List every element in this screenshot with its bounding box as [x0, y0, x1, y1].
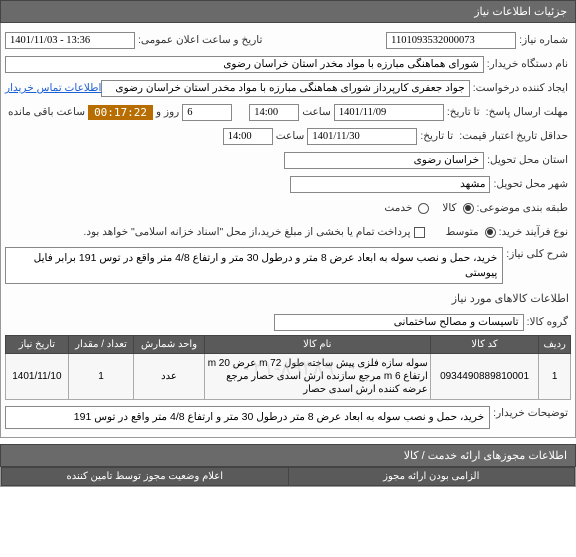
- th-row: ردیف: [539, 336, 571, 354]
- th-permit-required: الزامی بودن ارائه مجوز: [288, 468, 575, 486]
- label-city: شهر محل تحویل:: [490, 178, 571, 190]
- field-goods-group: تاسیسات و مصالح ساختمانی: [274, 314, 524, 331]
- cell-row: 1: [539, 354, 571, 400]
- header-title: جزئیات اطلاعات نیاز: [474, 6, 567, 18]
- label-buyer-notes: توضیحات خریدار:: [490, 404, 571, 419]
- cell-qty: 1: [68, 354, 133, 400]
- label-need-desc: شرح کلی نیاز:: [503, 245, 571, 260]
- th-supply-status: اعلام وضعیت مجوز توسط تامین کننده: [2, 468, 289, 486]
- permits-title: اطلاعات مجوزهای ارائه خدمت / کالا: [404, 450, 567, 462]
- label-purchase-process: نوع فرآیند خرید:: [496, 226, 571, 238]
- th-name: نام کالا: [204, 336, 430, 354]
- th-unit: واحد شمارش: [134, 336, 205, 354]
- field-buyer-notes: خرید، حمل و نصب سوله به ابعاد عرض 8 متر …: [5, 406, 490, 429]
- field-province: خراسان رضوی: [284, 152, 484, 169]
- th-need-date: تاریخ نیاز: [6, 336, 69, 354]
- label-hour-2: ساعت: [273, 130, 308, 142]
- radio-goods[interactable]: [463, 203, 474, 214]
- field-validity-time: 14:00: [223, 128, 273, 145]
- permits-panel: الزامی بودن ارائه مجوز اعلام وضعیت مجوز …: [0, 467, 576, 487]
- link-buyer-contact[interactable]: اطلاعات تماس خریدار: [5, 82, 101, 94]
- field-request-creator: جواد جعفری کارپرداز شورای هماهنگی مبارزه…: [101, 80, 469, 97]
- field-need-no: 1101093532000073: [386, 32, 516, 49]
- panel-header-need-details: جزئیات اطلاعات نیاز: [0, 0, 576, 23]
- label-announce-datetime: تاریخ و ساعت اعلان عمومی:: [135, 34, 265, 46]
- permits-table: الزامی بودن ارائه مجوز اعلام وضعیت مجوز …: [1, 467, 575, 486]
- field-need-desc: خرید، حمل و نصب سوله به ابعاد عرض 8 متر …: [5, 247, 503, 284]
- field-days-left: 6: [182, 104, 232, 121]
- checkbox-treasury-docs[interactable]: [414, 227, 425, 238]
- label-request-creator: ایجاد کننده درخواست:: [470, 82, 571, 94]
- label-send-deadline: مهلت ارسال پاسخ:: [483, 106, 571, 118]
- label-need-no: شماره نیاز:: [516, 34, 571, 46]
- field-deadline-time: 14:00: [249, 104, 299, 121]
- cell-code: 0934490889810001: [430, 354, 539, 400]
- field-buyer-org: شورای هماهنگی مبارزه با مواد مخدر استان …: [5, 56, 484, 73]
- label-hour-1: ساعت: [299, 106, 334, 118]
- label-until-2: تا تاریخ:: [417, 130, 456, 142]
- items-table-area: ۰۲۱-۸۹۳۸۹ ردیف کد کالا نام کالا واحد شما…: [5, 335, 571, 400]
- section-items-info: اطلاعات کالاهای مورد نیاز: [5, 288, 571, 309]
- countdown-timer: 00:17:22: [88, 105, 153, 120]
- radio-services[interactable]: [418, 203, 429, 214]
- cell-unit: عدد: [134, 354, 205, 400]
- label-subject-class: طبقه بندی موضوعی:: [474, 202, 571, 214]
- field-city: مشهد: [290, 176, 490, 193]
- label-partial-pay-note: پرداخت تمام یا بخشی از مبلغ خرید،از محل …: [5, 226, 414, 238]
- label-price-validity: حداقل تاریخ اعتبار قیمت:: [456, 130, 571, 142]
- label-services: خدمت: [381, 202, 415, 214]
- cell-need-date: 1401/11/10: [6, 354, 69, 400]
- label-buyer-org: نام دستگاه خریدار:: [484, 58, 571, 70]
- subject-class-radio-group: کالا خدمت: [381, 202, 473, 214]
- label-goods-group: گروه کالا:: [524, 316, 571, 328]
- label-day-and: روز و: [153, 106, 182, 118]
- label-goods: کالا: [439, 202, 459, 214]
- radio-medium[interactable]: [485, 227, 496, 238]
- th-qty: تعداد / مقدار: [68, 336, 133, 354]
- label-until-1: تا تاریخ:: [444, 106, 483, 118]
- label-medium: متوسط: [443, 226, 482, 238]
- panel-header-permits: اطلاعات مجوزهای ارائه خدمت / کالا: [0, 444, 576, 467]
- items-table: ردیف کد کالا نام کالا واحد شمارش تعداد /…: [5, 335, 571, 400]
- label-remaining: ساعت باقی مانده: [5, 106, 88, 118]
- field-validity-date: 1401/11/30: [307, 128, 417, 145]
- need-details-panel: شماره نیاز: 1101093532000073 تاریخ و ساع…: [0, 23, 576, 438]
- th-code: کد کالا: [430, 336, 539, 354]
- cell-name: سوله سازه فلزی پیش ساخته طول m 72 عرض m …: [204, 354, 430, 400]
- field-deadline-date: 1401/11/09: [334, 104, 444, 121]
- field-announce-datetime: 1401/11/03 - 13:36: [5, 32, 135, 49]
- table-row: 1 0934490889810001 سوله سازه فلزی پیش سا…: [6, 354, 571, 400]
- label-province: استان محل تحویل:: [484, 154, 571, 166]
